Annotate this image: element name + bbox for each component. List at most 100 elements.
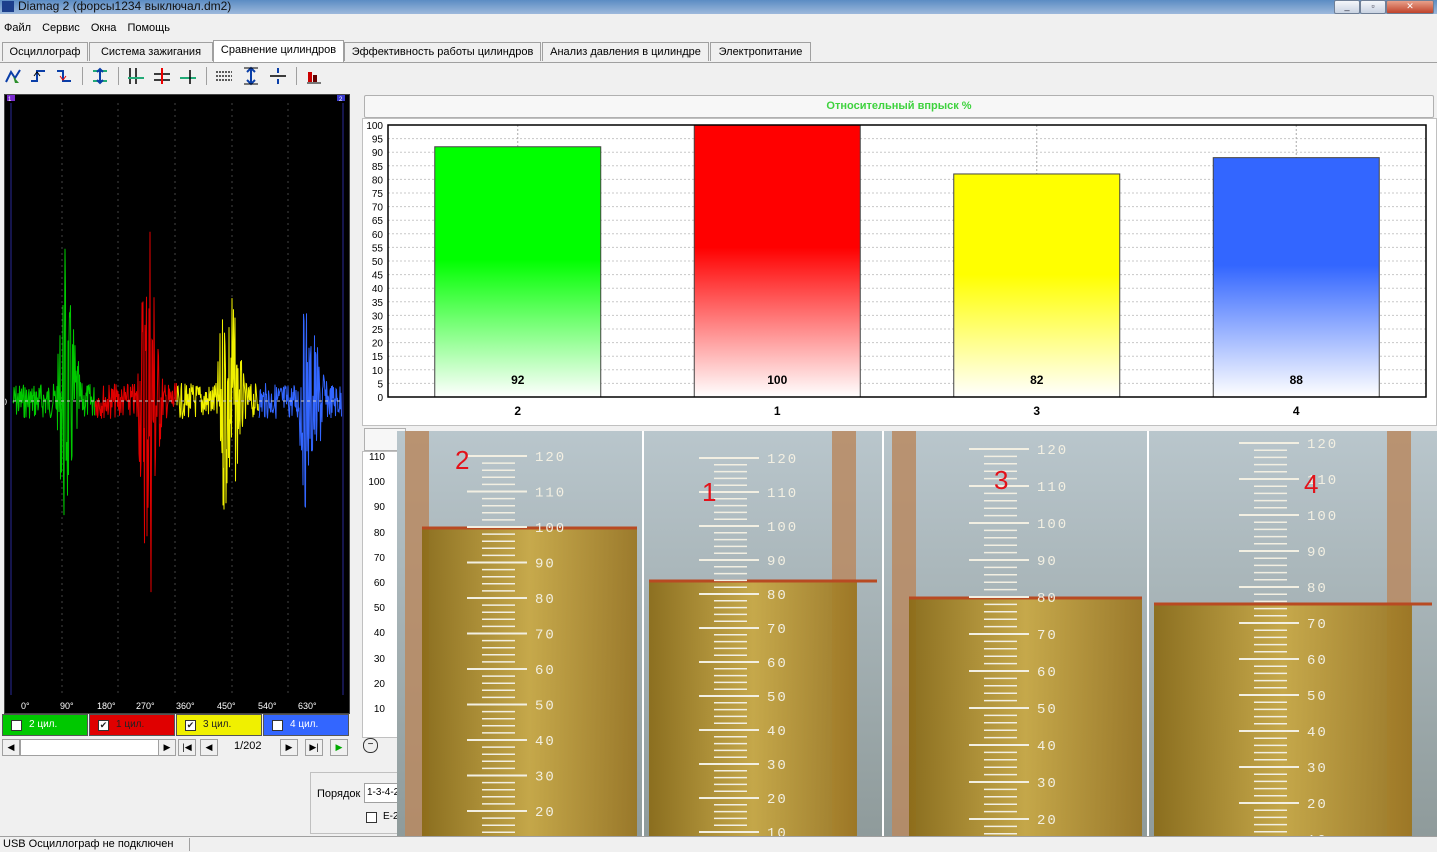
lower-y-tick-label: 60 (373, 578, 385, 589)
tab-power-supply[interactable]: Электропитание (710, 42, 811, 61)
last-page-button[interactable]: ▶| (305, 739, 323, 756)
scale-label: 90 (1307, 545, 1328, 561)
y-tick-label: 40 (372, 284, 384, 295)
y-tick-label: 65 (372, 216, 384, 227)
bar-value-label: 82 (1030, 373, 1044, 387)
legend-cylinder-3[interactable]: ✔ 3 цил. (176, 714, 262, 736)
legend-checkbox[interactable]: ✔ (272, 720, 283, 731)
play-button[interactable]: ▶ (330, 739, 348, 756)
lower-y-tick-label: 110 (369, 452, 385, 463)
option-checkbox[interactable] (366, 812, 377, 823)
y-tick-label: 80 (372, 175, 384, 186)
oscilloscope-view[interactable]: 1200°90°180°270°360°450°540°630° (4, 94, 350, 714)
bar-value-label: 92 (511, 373, 525, 387)
legend-label: 1 цил. (116, 719, 145, 730)
scale-label: 70 (535, 628, 556, 644)
scale-label: 90 (767, 554, 788, 570)
zoom-out-button[interactable]: − (363, 738, 378, 753)
scale-label: 70 (1037, 628, 1058, 644)
tab-cylinder-efficiency[interactable]: Эффективность работы цилиндров (344, 42, 541, 61)
app-icon (2, 1, 14, 12)
tab-ignition-system[interactable]: Система зажигания (89, 42, 213, 61)
y-tick-label: 0 (377, 393, 383, 404)
scale-label: 120 (1037, 443, 1068, 459)
tab-cylinder-pressure[interactable]: Анализ давления в цилиндре (542, 42, 709, 61)
scrollbar-track[interactable] (20, 739, 160, 756)
toolbar-separator (296, 67, 297, 85)
vertical-zoom-icon[interactable] (241, 66, 261, 86)
lower-y-tick-label: 80 (373, 527, 385, 539)
legend-checkbox[interactable]: ✔ (11, 720, 22, 731)
lower-y-tick-label: 20 (373, 678, 385, 690)
maximize-button[interactable]: ▫ (1360, 0, 1386, 14)
cursor-tool-icon[interactable] (3, 66, 23, 86)
lower-y-tick-label: 30 (373, 653, 385, 665)
toolbar-separator (206, 67, 207, 85)
toolbar-separator (82, 67, 83, 85)
menu-windows[interactable]: Окна (87, 20, 121, 34)
osc-angle-tick-label: 90° (60, 701, 74, 711)
scale-label: 40 (767, 724, 788, 740)
status-bar: USB Осциллограф не подключен (0, 836, 1437, 852)
scroll-right-button[interactable]: ▶ (158, 739, 176, 756)
trigger-rise-icon[interactable] (28, 66, 48, 86)
bar-value-label: 88 (1290, 373, 1304, 387)
first-page-button[interactable]: |◀ (178, 739, 196, 756)
scale-label: 90 (1037, 554, 1058, 570)
legend-checkbox[interactable]: ✔ (185, 720, 196, 731)
bar-cylinder-3 (953, 173, 1121, 398)
toolbar-separator (118, 67, 119, 85)
cylinder-number-label: 1 (702, 477, 716, 507)
trigger-fall-icon[interactable] (54, 66, 74, 86)
marker-icon[interactable] (178, 66, 198, 86)
bar-cylinder-2 (434, 146, 602, 398)
legend-cylinder-2[interactable]: ✔ 2 цил. (2, 714, 88, 736)
menu-service[interactable]: Сервис (38, 20, 84, 34)
osc-trace-cylinder-4 (258, 313, 342, 508)
cylinder-panel: 120 110 100 90 80 70 60 50 40 30 20 2 (397, 431, 644, 842)
bar-chart-svg: 0 5 10 15 20 25 30 35 40 45 50 55 60 65 70 75 80 85 90 95 10… (366, 121, 1427, 418)
bar-value-label: 100 (767, 373, 787, 387)
legend-cylinder-1[interactable]: ✔ 1 цил. (89, 714, 175, 736)
x-category-label: 1 (774, 404, 781, 418)
scale-label: 110 (535, 486, 566, 502)
report-icon[interactable] (304, 66, 324, 86)
offset-icon[interactable] (268, 66, 288, 86)
panel-divider (642, 431, 644, 842)
osc-angle-tick-label: 360° (176, 701, 195, 711)
measure-icon[interactable] (152, 66, 172, 86)
scale-label: 80 (767, 588, 788, 604)
fuel-liquid (649, 581, 857, 842)
osc-angle-tick-label: 180° (97, 701, 116, 711)
legend-label: 3 цил. (203, 719, 232, 730)
auto-scale-icon[interactable] (90, 66, 110, 86)
cursors-icon[interactable] (126, 66, 146, 86)
legend-checkbox[interactable]: ✔ (98, 720, 109, 731)
prev-page-button[interactable]: ◀ (200, 739, 218, 756)
next-page-button[interactable]: ▶ (280, 739, 298, 756)
legend-cylinder-4[interactable]: ✔ 4 цил. (263, 714, 349, 736)
scale-label: 20 (1307, 797, 1328, 813)
bar-cylinder-1 (693, 124, 861, 398)
y-tick-label: 10 (372, 366, 384, 377)
menu-file[interactable]: Файл (0, 20, 35, 34)
oscilloscope-waveform: 1200°90°180°270°360°450°540°630° (5, 95, 345, 711)
close-button[interactable]: ✕ (1386, 0, 1434, 14)
cylinder-number-label: 3 (994, 465, 1008, 495)
scroll-left-button[interactable]: ◀ (2, 739, 20, 756)
legend-label: 4 цил. (290, 719, 319, 730)
scale-label: 50 (535, 699, 556, 715)
menu-bar: Файл Сервис Окна Помощь (0, 20, 1437, 38)
lower-y-tick-label: 40 (373, 628, 385, 640)
osc-angle-tick-label: 450° (217, 701, 236, 711)
menu-help[interactable]: Помощь (123, 20, 174, 34)
minimize-button[interactable]: _ (1334, 0, 1360, 14)
panel-divider (1147, 431, 1149, 842)
grid-icon[interactable] (214, 66, 234, 86)
tab-oscilloscope[interactable]: Осциллограф (2, 42, 88, 61)
status-text: USB Осциллограф не подключен (3, 838, 174, 850)
scale-label: 30 (535, 770, 556, 786)
scale-label: 60 (1307, 653, 1328, 669)
tab-cylinder-comparison[interactable]: Сравнение цилиндров (213, 40, 344, 62)
cylinder-panel: 120 110 100 90 80 70 60 50 40 30 20 3 (884, 431, 1149, 842)
